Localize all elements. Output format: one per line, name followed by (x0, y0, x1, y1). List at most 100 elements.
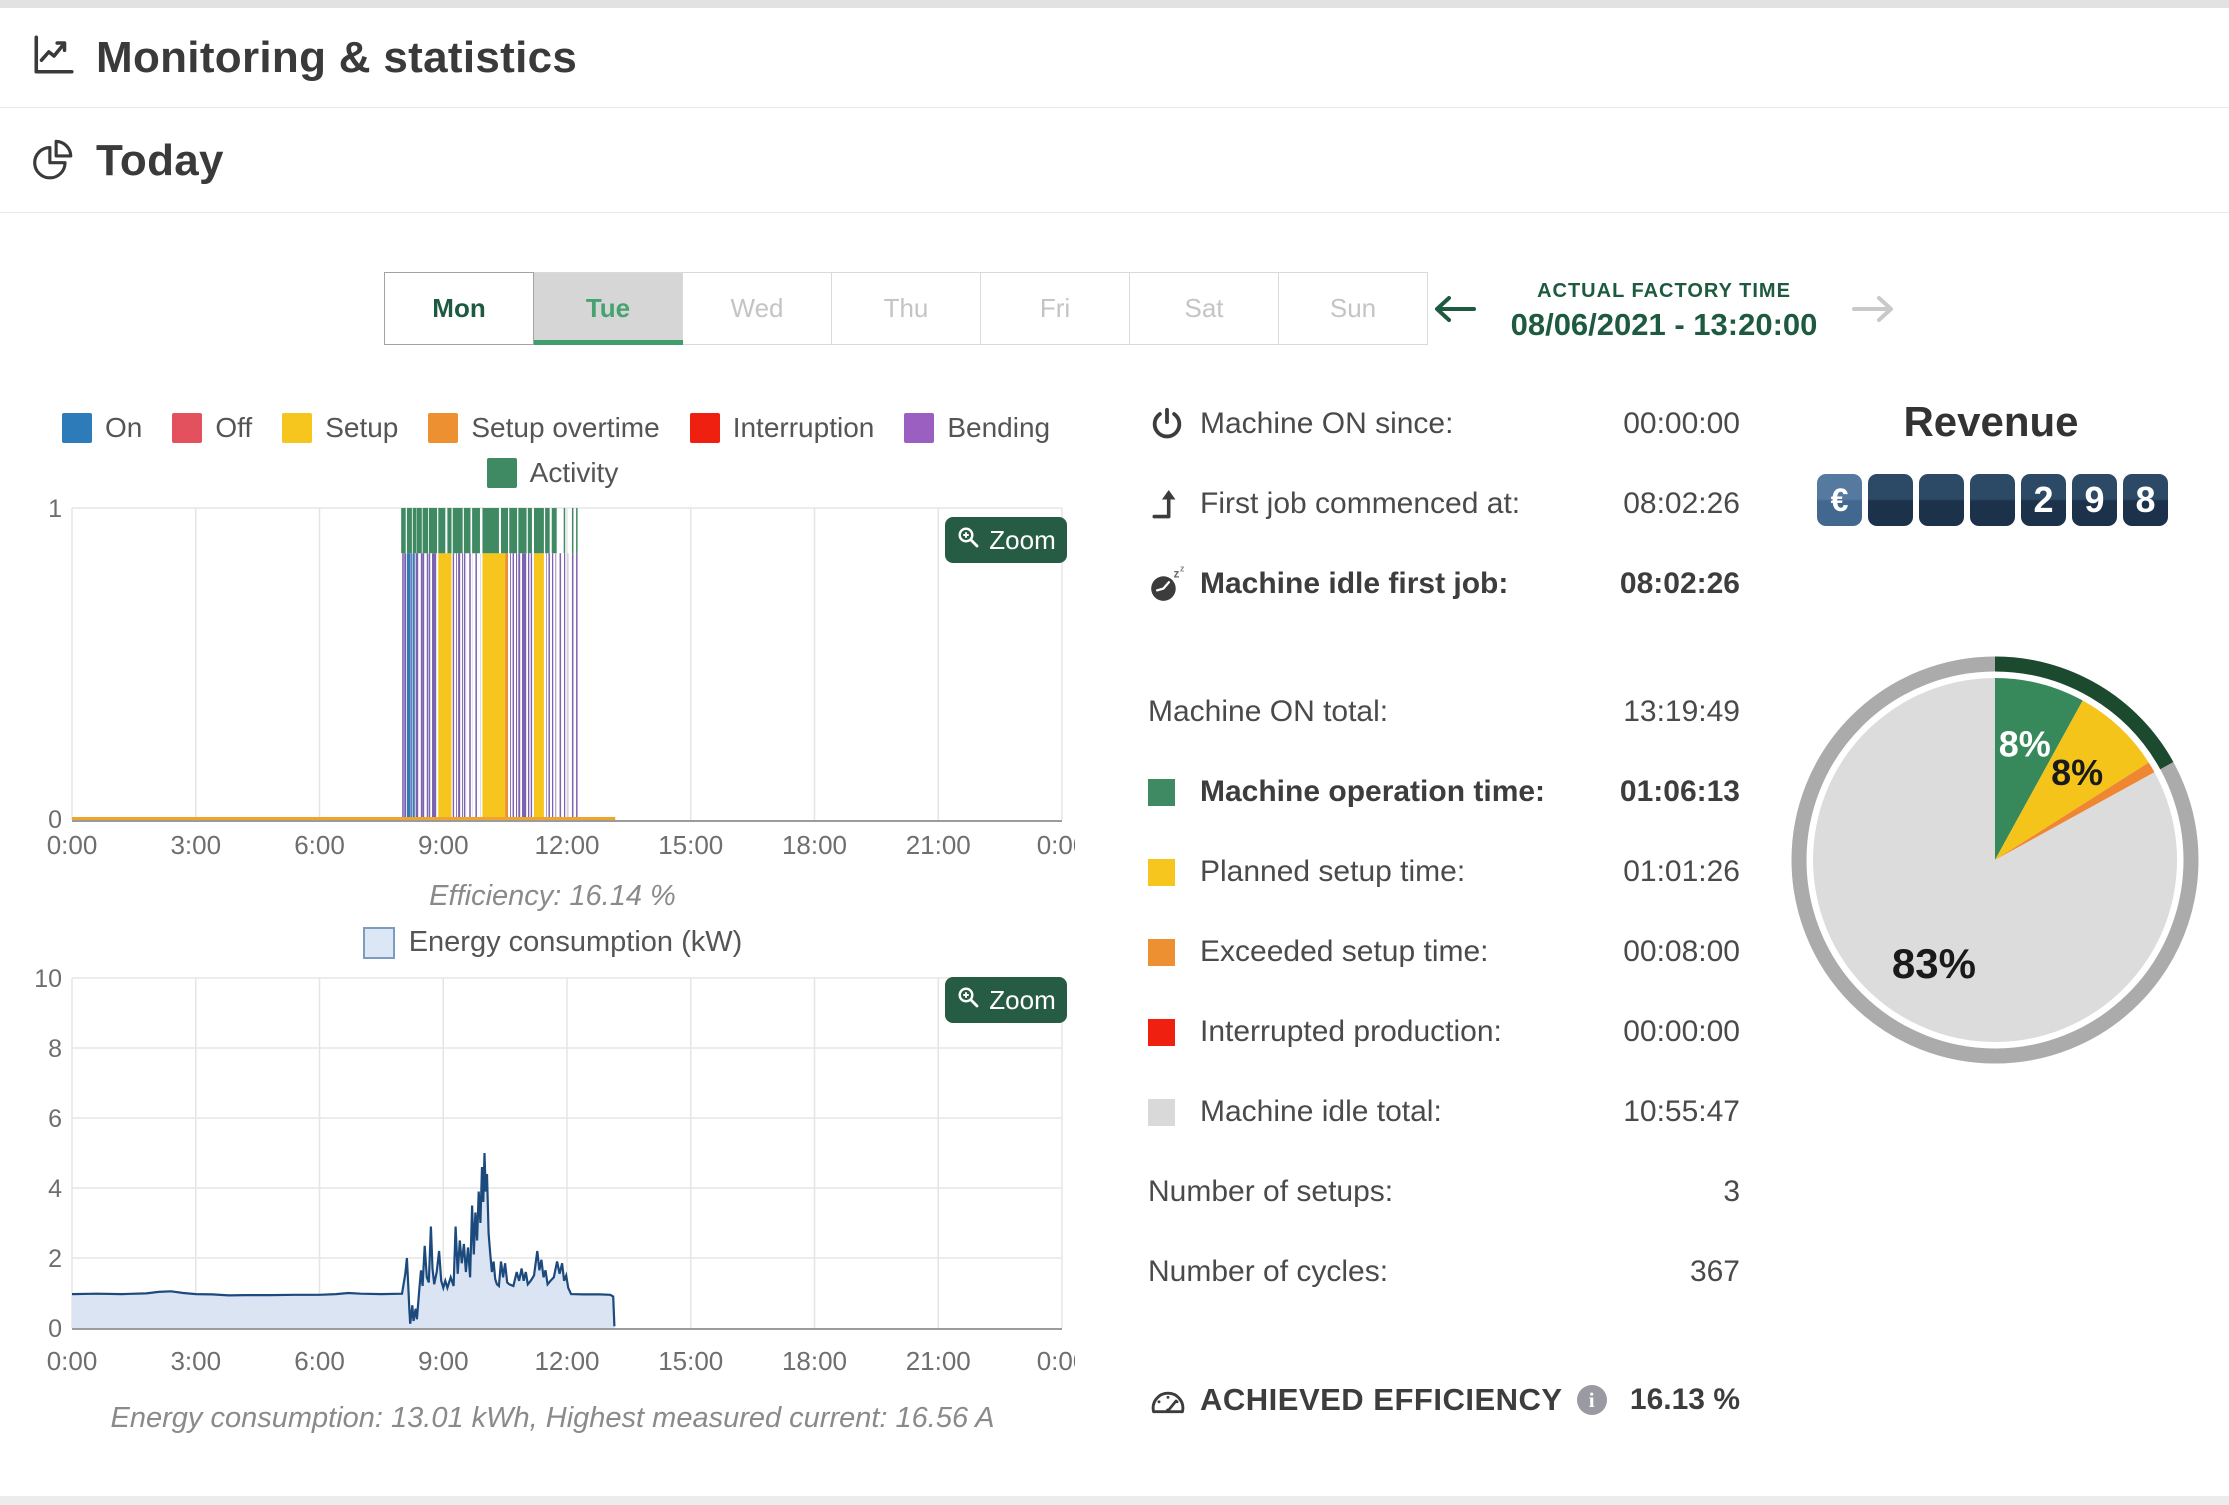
svg-text:z: z (1173, 567, 1179, 581)
stat-row: Machine ON since: 00:00:00 (1148, 384, 1740, 464)
gauge-icon (1148, 1382, 1200, 1418)
day-tab-fri[interactable]: Fri (980, 272, 1130, 345)
day-tabs: Mon Tue Wed Thu Fri Sat Sun (384, 272, 1428, 345)
y-tick-label: 4 (48, 1175, 62, 1203)
x-tick-label: 3:00 (170, 1346, 221, 1376)
day-tab-sat[interactable]: Sat (1129, 272, 1279, 345)
timeline-zoom-button[interactable]: Zoom (945, 517, 1067, 563)
legend-item-label: Interruption (732, 412, 875, 443)
state-bar-bending (416, 553, 421, 820)
revenue-digit-tile: 2 (2021, 474, 2066, 526)
y-tick-label: 8 (48, 1035, 62, 1063)
x-tick-label: 18:00 (782, 830, 847, 860)
x-tick-label: 12:00 (534, 830, 599, 860)
day-tab-wed[interactable]: Wed (682, 272, 832, 345)
energy-zoom-button[interactable]: Zoom (945, 977, 1067, 1023)
legend-swatch (428, 413, 459, 443)
revenue-digit-tile (1919, 474, 1964, 526)
stat-label: Machine operation time: (1200, 775, 1546, 808)
next-day-arrow-button[interactable] (1850, 292, 1896, 331)
pie-slice-label: 8% (2051, 752, 2103, 793)
legend-item-bending: Bending (904, 412, 1050, 444)
day-tab-thu[interactable]: Thu (831, 272, 981, 345)
stat-row: Achieved efficiency i 16.13 % (1148, 1360, 1740, 1440)
activity-bar (447, 508, 452, 554)
factory-time-label: ACTUAL FACTORY TIME (1537, 280, 1791, 302)
stat-label: Exceeded setup time: (1200, 935, 1489, 968)
activity-bar (576, 508, 578, 554)
state-bar-bending (458, 553, 461, 820)
x-tick-label: 9:00 (418, 830, 469, 860)
legend-item-interruption: Interruption (689, 412, 875, 444)
stat-value: 13:19:49 (1623, 695, 1740, 728)
x-tick-label: 0:00 (47, 1346, 98, 1376)
stat-value: 3 (1723, 1175, 1740, 1208)
stat-row: Number of setups: 3 (1148, 1152, 1740, 1232)
revenue-counter: €2 9 8 (1817, 474, 2168, 526)
day-tab-mon[interactable]: Mon (384, 272, 534, 345)
activity-bar (534, 508, 544, 554)
legend-item-label: On (105, 412, 143, 443)
energy-consumption-chart: 0 2 4 6 8 10 0:00 3:00 6:00 9:00 12:00 15:00 18:00 21… (34, 965, 1075, 1376)
x-tick-label: 0:00 (1037, 830, 1075, 860)
section-title: Today (96, 135, 224, 185)
utilization-pie-chart: 8%8% 83% (1791, 656, 2199, 1064)
stat-label: Machine idle total: (1200, 1095, 1442, 1128)
legend-item-setup-overtime: Setup overtime (428, 412, 660, 444)
svg-text:z: z (1180, 564, 1185, 573)
y-tick-label: 6 (48, 1105, 62, 1133)
prev-day-arrow-button[interactable] (1432, 292, 1478, 331)
stat-label: Machine ON since: (1200, 407, 1454, 440)
power-icon (1148, 405, 1200, 443)
state-bar-bending (559, 553, 562, 820)
revenue-digit-tile (1868, 474, 1913, 526)
pie-slice-label: 83% (1892, 940, 1976, 987)
state-bar-bending (411, 553, 413, 820)
state-bar-bending (576, 553, 578, 820)
revenue-title: Revenue (1903, 398, 2079, 445)
state-bar-on (406, 553, 411, 820)
stat-label: Interrupted production: (1200, 1015, 1502, 1048)
activity-bar (452, 508, 463, 554)
stat-row: Number of cycles: 367 (1148, 1232, 1740, 1312)
legend-item-off: Off (172, 412, 252, 444)
day-tab-sun[interactable]: Sun (1278, 272, 1428, 345)
state-bar-bending (428, 553, 438, 820)
state-bar-bending (518, 553, 527, 820)
info-icon[interactable]: i (1576, 1385, 1607, 1415)
legend-swatch (904, 413, 935, 443)
stat-value: 00:00:00 (1623, 1015, 1740, 1048)
state-bar-bending (563, 553, 566, 820)
baseline-state-line (72, 817, 616, 821)
activity-bar (551, 508, 557, 554)
x-tick-label: 21:00 (906, 830, 971, 860)
day-tab-tue[interactable]: Tue (533, 272, 683, 345)
revenue-digit-tile (1970, 474, 2015, 526)
activity-bar (472, 508, 480, 554)
legend-swatch (689, 413, 720, 443)
stat-value: 01:01:26 (1623, 855, 1740, 888)
activity-bar (545, 508, 550, 554)
page-title: Monitoring & statistics (96, 32, 578, 82)
stat-color-swatch (1148, 1018, 1200, 1046)
swatch (1148, 778, 1175, 806)
state-bar-bending (422, 553, 426, 820)
stat-value: 08:02:26 (1623, 487, 1740, 520)
energy-legend: Energy consumption (kW) (30, 926, 1075, 959)
stat-value: 16.13 % (1629, 1383, 1740, 1416)
state-bar-bending (551, 553, 554, 820)
x-tick-label: 6:00 (294, 1346, 345, 1376)
activity-bar (527, 508, 532, 554)
activity-bar (438, 508, 446, 554)
x-tick-label: 15:00 (658, 830, 723, 860)
stat-row: Machine idle total: 10:55:47 (1148, 1072, 1740, 1152)
x-tick-label: 3:00 (170, 830, 221, 860)
state-bar-bending (530, 553, 533, 820)
bottom-strip (0, 1496, 2229, 1505)
state-bar-bending (452, 553, 455, 820)
state-bar-bending (548, 553, 550, 820)
factory-time: ACTUAL FACTORY TIME 08/06/2021 - 13:20:0… (1432, 280, 1896, 343)
swatch (1148, 858, 1175, 886)
stat-color-swatch (1148, 938, 1200, 966)
x-tick-label: 21:00 (906, 1346, 971, 1376)
